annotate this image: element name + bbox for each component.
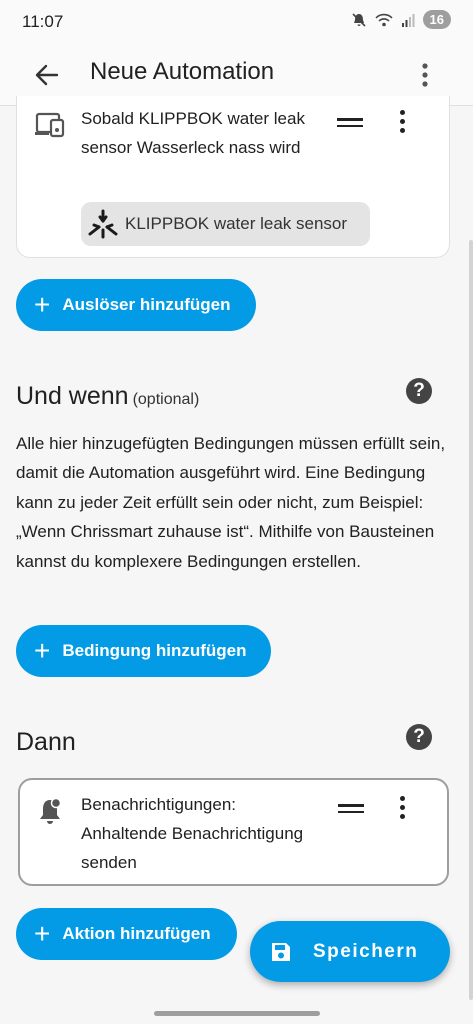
save-icon xyxy=(272,942,290,961)
home-indicator[interactable] xyxy=(154,1011,320,1016)
add-trigger-button[interactable]: + Auslöser hinzufügen xyxy=(16,279,256,331)
actions-help-icon[interactable]: ? xyxy=(406,724,432,750)
add-condition-label: Bedingung hinzufügen xyxy=(62,641,247,660)
back-arrow-icon[interactable] xyxy=(33,61,61,89)
device-icon xyxy=(35,112,65,138)
device-chip-label: KLIPPBOK water leak sensor xyxy=(125,214,348,233)
trigger-card[interactable]: Sobald KLIPPBOK water leak sensor Wasser… xyxy=(16,96,450,258)
status-time: 11:07 xyxy=(22,12,64,31)
battery-indicator: 16 xyxy=(422,10,451,29)
action-menu-icon[interactable] xyxy=(397,796,407,822)
status-icons: 16 xyxy=(351,10,451,29)
status-bar: 11:07 16 xyxy=(0,0,473,44)
conditions-help-icon[interactable]: ? xyxy=(406,378,432,404)
action-description: Benachrichtigungen: Anhaltende Benachric… xyxy=(81,795,304,872)
drag-handle-icon[interactable] xyxy=(338,804,364,816)
save-button[interactable]: Speichern xyxy=(250,921,450,982)
action-card[interactable]: Benachrichtigungen: Anhaltende Benachric… xyxy=(18,778,449,886)
plus-icon: + xyxy=(34,635,51,666)
overflow-menu-icon[interactable] xyxy=(411,60,439,90)
drag-handle-icon[interactable] xyxy=(337,118,363,130)
signal-icon xyxy=(401,13,415,27)
add-action-button[interactable]: + Aktion hinzufügen xyxy=(16,908,237,960)
trigger-description: Sobald KLIPPBOK water leak sensor Wasser… xyxy=(81,109,305,157)
conditions-heading: Und wenn (optional) xyxy=(16,382,199,411)
wifi-icon xyxy=(374,13,393,26)
add-trigger-label: Auslöser hinzufügen xyxy=(62,295,231,314)
add-action-label: Aktion hinzufügen xyxy=(62,924,211,943)
plus-icon: + xyxy=(34,289,51,320)
trigger-menu-icon[interactable] xyxy=(397,110,407,136)
plus-icon: + xyxy=(34,918,51,949)
notification-bell-icon xyxy=(40,797,62,824)
scrollbar-thumb[interactable] xyxy=(469,240,473,1000)
ikea-device-icon xyxy=(88,209,118,239)
mute-icon xyxy=(351,12,366,27)
actions-heading: Dann xyxy=(16,728,76,756)
optional-label: (optional) xyxy=(132,391,200,408)
save-label: Speichern xyxy=(313,940,419,962)
page-title: Neue Automation xyxy=(90,58,275,85)
conditions-description: Alle hier hinzugefügten Bedingungen müss… xyxy=(16,434,446,571)
device-chip[interactable]: KLIPPBOK water leak sensor xyxy=(81,202,370,246)
add-condition-button[interactable]: + Bedingung hinzufügen xyxy=(16,625,271,677)
conditions-title: Und wenn xyxy=(16,382,129,410)
